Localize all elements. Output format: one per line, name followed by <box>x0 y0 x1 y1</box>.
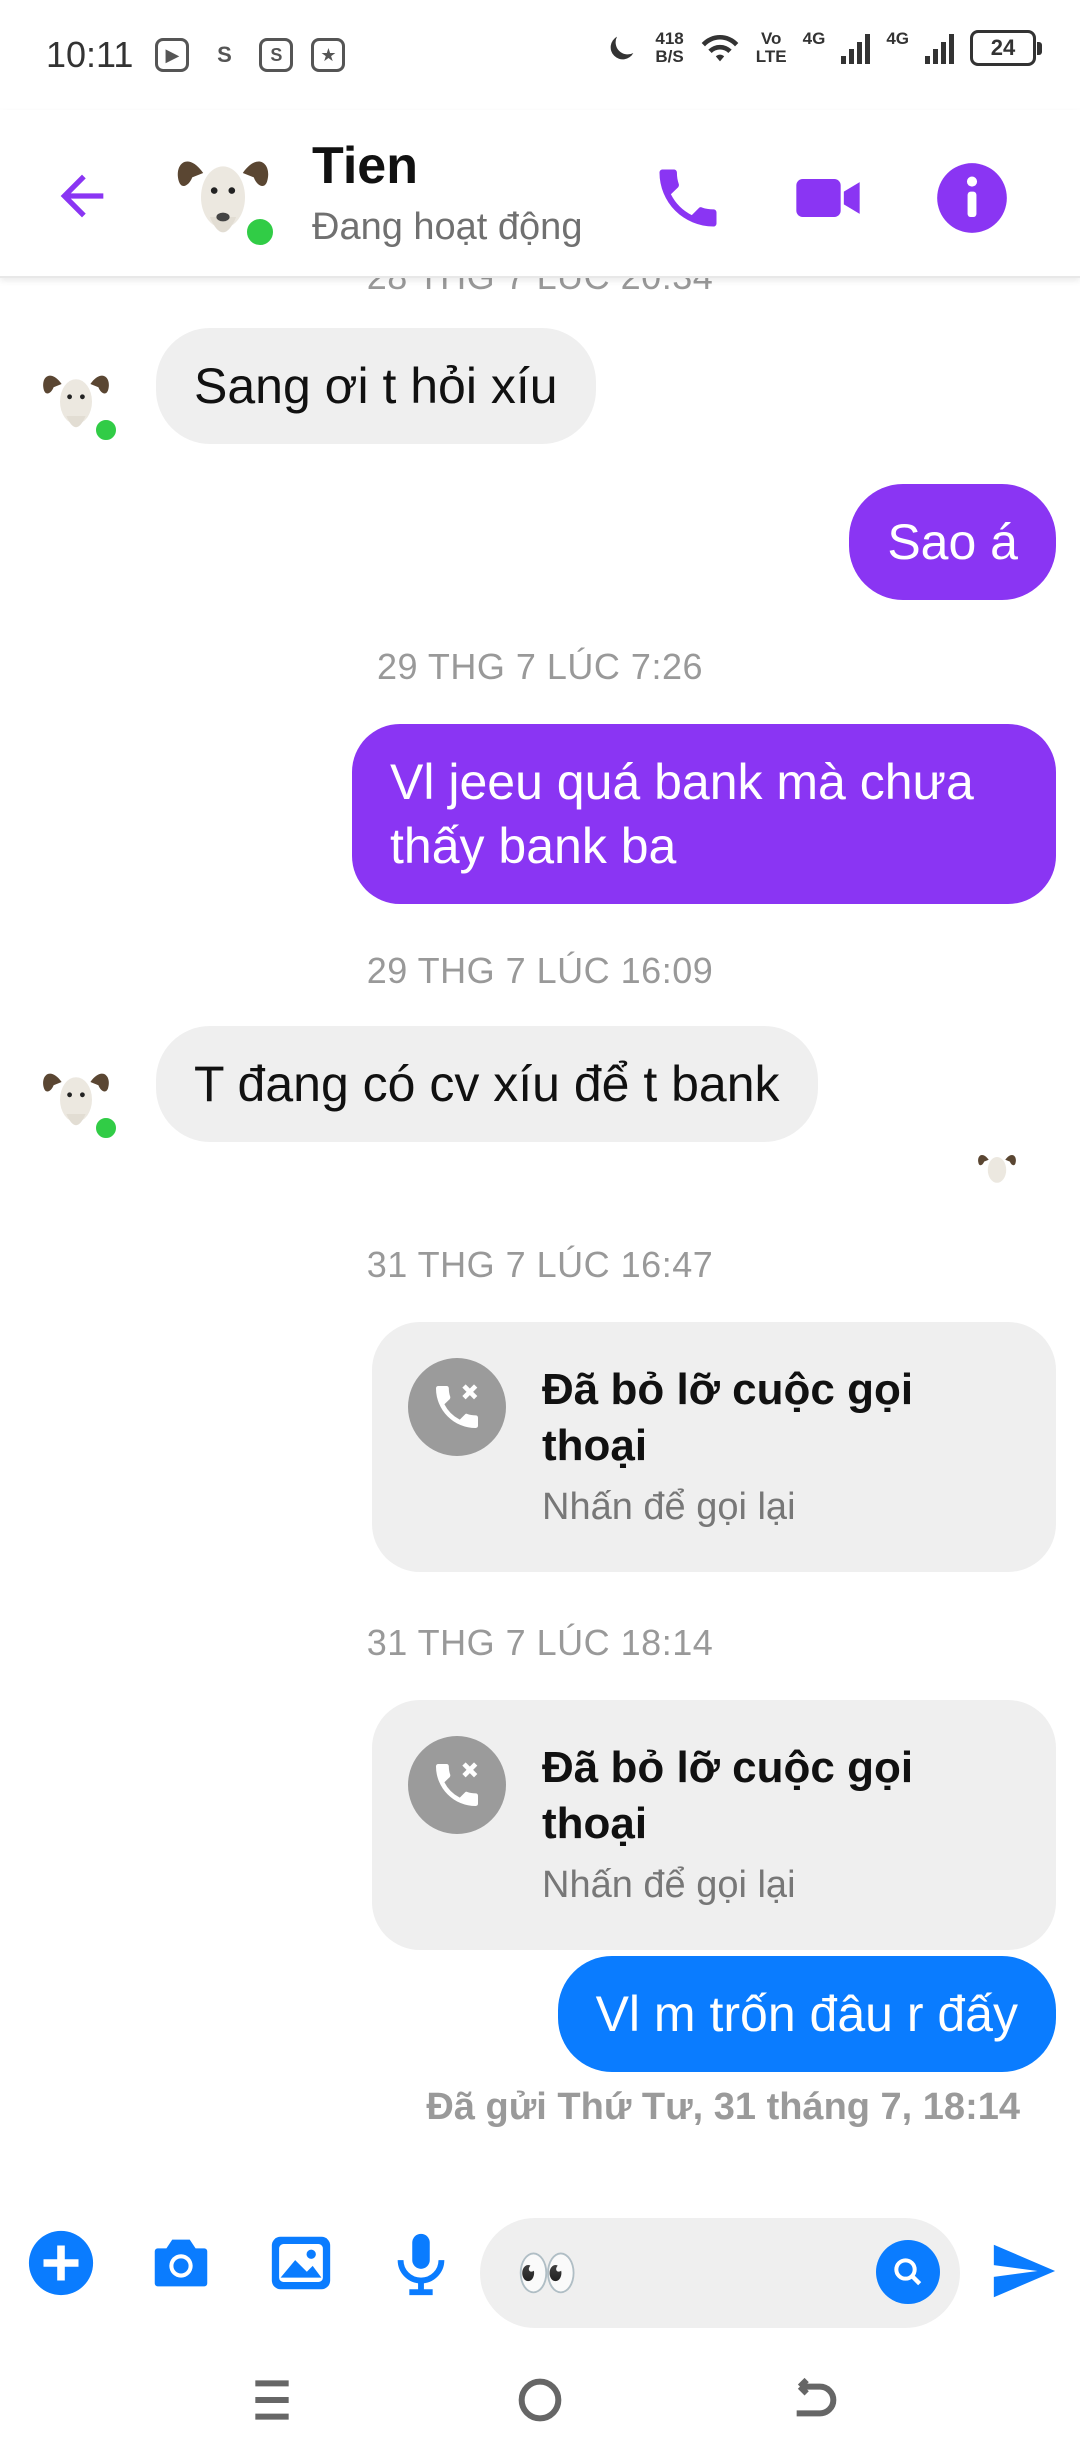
menu-icon[interactable] <box>232 2360 312 2440</box>
shop-app-icon: S <box>259 38 294 72</box>
home-icon[interactable] <box>500 2360 580 2440</box>
status-bar: 10:11 ▶ S S ★ 418 B/S Vo LTE 4G 4G 24 <box>0 0 1080 110</box>
signal-1-icon <box>841 32 871 64</box>
timestamp-divider: 31 THG 7 LÚC 18:14 <box>366 1622 714 1663</box>
call-title: Đã bỏ lỡ cuộc gọi thoại <box>542 1365 914 1470</box>
sent-status: Đã gửi Thứ Tư, 31 tháng 7, 18:14 <box>426 2086 1020 2128</box>
call-back-hint: Nhấn để gọi lại <box>542 1864 796 1906</box>
plus-icon[interactable] <box>26 2228 96 2298</box>
back-arrow-icon[interactable] <box>50 164 114 228</box>
call-back-hint: Nhấn để gọi lại <box>542 1486 796 1528</box>
timestamp-divider: 29 THG 7 LÚC 7:26 <box>377 646 703 687</box>
microphone-icon[interactable] <box>386 2228 456 2298</box>
signal-1-label: 4G <box>802 29 826 48</box>
star-app-icon: ★ <box>311 38 346 72</box>
online-indicator <box>92 416 120 444</box>
message-composer: 👀 <box>0 2200 1080 2330</box>
net-speed: 418 B/S <box>655 29 684 66</box>
incoming-message[interactable]: T đang có cv xíu để t bank <box>156 1026 818 1142</box>
timestamp-divider: 29 THG 7 LÚC 16:09 <box>366 950 714 991</box>
missed-call-card[interactable]: Đã bỏ lỡ cuộc gọi thoại Nhấn để gọi lại <box>372 1322 1056 1572</box>
volte-indicator: Vo LTE <box>755 29 787 66</box>
status-time: 10:11 <box>46 34 134 75</box>
signal-2-icon <box>925 32 954 64</box>
messenger-chat-screen: 10:11 ▶ S S ★ 418 B/S Vo LTE 4G 4G 24 Ti… <box>0 0 1080 2460</box>
system-nav-bar <box>0 2340 1080 2460</box>
missed-call-icon <box>408 1358 506 1456</box>
battery-icon: 24 <box>970 30 1042 66</box>
seen-avatar <box>974 1146 1020 1192</box>
contact-name[interactable]: Tien <box>312 136 418 196</box>
wifi-icon <box>701 34 739 62</box>
outgoing-message[interactable]: Vl jeeu quá bank mà chưa thấy bank ba <box>352 724 1056 904</box>
back-nav-icon[interactable] <box>770 2360 850 2440</box>
online-indicator <box>242 214 278 250</box>
video-call-icon[interactable] <box>790 160 866 236</box>
outgoing-message[interactable]: Vl m trốn đâu r đấy <box>557 1956 1056 2072</box>
emoji-search-icon[interactable] <box>876 2240 940 2304</box>
message-input[interactable]: 👀 <box>480 2218 960 2328</box>
info-icon[interactable] <box>934 160 1010 236</box>
play-app-icon: ▶ <box>155 38 190 72</box>
signal-2-label: 4G <box>886 29 909 48</box>
incoming-message[interactable]: Sang ơi t hỏi xíu <box>156 328 596 444</box>
call-title: Đã bỏ lỡ cuộc gọi thoại <box>542 1743 914 1848</box>
camera-icon[interactable] <box>146 2228 216 2298</box>
outgoing-message[interactable]: Sao á <box>849 484 1056 600</box>
status-right: 418 B/S Vo LTE 4G 4G 24 <box>605 29 1042 66</box>
online-indicator <box>92 1114 120 1142</box>
missed-call-icon <box>408 1736 506 1834</box>
moon-icon <box>611 36 634 60</box>
pay-app-icon: S <box>217 42 232 67</box>
contact-status: Đang hoạt động <box>312 206 583 248</box>
gallery-icon[interactable] <box>266 2228 336 2298</box>
send-icon[interactable] <box>988 2236 1058 2306</box>
chat-header: Tien Đang hoạt động <box>0 110 1080 278</box>
missed-call-card[interactable]: Đã bỏ lỡ cuộc gọi thoại Nhấn để gọi lại <box>372 1700 1056 1950</box>
timestamp-divider: 31 THG 7 LÚC 16:47 <box>366 1244 714 1285</box>
phone-call-icon[interactable] <box>650 160 726 236</box>
message-input-value: 👀 <box>516 2245 579 2301</box>
